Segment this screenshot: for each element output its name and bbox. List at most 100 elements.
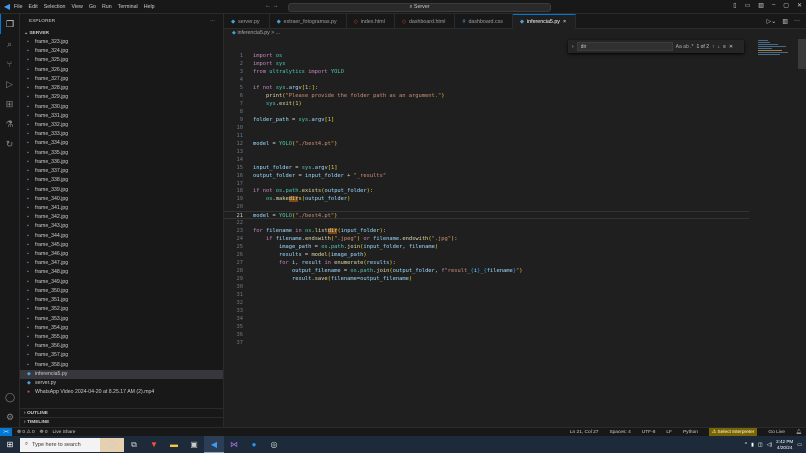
problems-indicator[interactable]: ⊗ 0 ⚠ 0 (17, 430, 35, 435)
ports-indicator[interactable]: ⛯ 0 (40, 429, 48, 435)
notification-center-icon[interactable]: ▭ (797, 442, 802, 448)
close-tab-icon[interactable]: × (563, 19, 566, 25)
file-item[interactable]: ▪ frame_331.jpg (20, 112, 223, 121)
end-of-line[interactable]: LF (666, 430, 672, 435)
terminal-icon[interactable]: ▣ (184, 436, 204, 453)
minimize-button[interactable]: – (772, 2, 775, 9)
live-share-button[interactable]: Live Share (53, 430, 76, 435)
menu-run[interactable]: Run (102, 4, 112, 10)
file-item[interactable]: ▪ frame_358.jpg (20, 361, 223, 370)
vscode-taskbar-icon[interactable]: ◀ (204, 436, 224, 453)
split-editor-icon[interactable]: ▥ (782, 18, 788, 25)
language-mode[interactable]: Python (683, 430, 698, 435)
folder-server[interactable]: ⌄ SERVER (20, 29, 223, 38)
code-editor[interactable]: 1 import os 2 import sys 3 from ultralytics i… (224, 39, 806, 427)
file-item[interactable]: ▪ frame_340.jpg (20, 195, 223, 204)
notifications-icon[interactable]: 🔔︎ (796, 430, 802, 435)
tray-chevron-icon[interactable]: ^ (745, 442, 747, 448)
close-window-button[interactable]: ✕ (797, 2, 802, 9)
more-actions-icon[interactable]: ··· (794, 18, 800, 24)
timeline-section[interactable]: › TIMELINE (20, 417, 224, 427)
windows-start-icon[interactable]: ⊞ (0, 436, 20, 453)
file-item[interactable]: ◆ inferencia5.py (20, 369, 223, 380)
minimap[interactable] (758, 39, 798, 69)
file-item[interactable]: ▪ frame_342.jpg (20, 213, 223, 222)
file-item[interactable]: ▪ frame_333.jpg (20, 130, 223, 139)
find-options[interactable]: Aa ab .* (676, 44, 694, 50)
toggle-replace-icon[interactable]: › (572, 44, 574, 50)
cursor-position[interactable]: Ln 21, Col 27 (570, 430, 599, 435)
file-item[interactable]: ▪ frame_346.jpg (20, 250, 223, 259)
menu-selection[interactable]: Selection (44, 4, 66, 10)
file-item[interactable]: ▪ frame_328.jpg (20, 84, 223, 93)
task-view-icon[interactable]: ⧉ (124, 436, 144, 453)
file-item[interactable]: ▪ frame_341.jpg (20, 204, 223, 213)
file-item[interactable]: ▪ frame_336.jpg (20, 158, 223, 167)
tab-dashboard-css[interactable]: # dashboard.css (455, 14, 513, 29)
extensions-icon[interactable]: ⊞ (0, 94, 19, 114)
testing-icon[interactable]: ⚗ (0, 114, 19, 134)
menu-view[interactable]: View (71, 4, 82, 10)
file-item[interactable]: ▪ frame_334.jpg (20, 139, 223, 148)
file-item[interactable]: ▪ frame_344.jpg (20, 232, 223, 241)
layout-icon[interactable]: ▥ (758, 2, 764, 9)
network-icon[interactable]: ◫ (758, 442, 763, 448)
maximize-button[interactable]: ▢ (783, 2, 789, 9)
file-item[interactable]: ▪ frame_329.jpg (20, 93, 223, 102)
file-item[interactable]: ▪ frame_335.jpg (20, 149, 223, 158)
file-item[interactable]: ▪ frame_350.jpg (20, 287, 223, 296)
tab-extraer_fotogramas-py[interactable]: ◆ extraer_fotogramas.py (270, 14, 347, 29)
close-find-icon[interactable]: ✕ (729, 44, 733, 50)
file-item[interactable]: ● WhatsApp Video 2024-04-20 at 8.25.17 AM… (20, 388, 223, 397)
editor-scrollbar[interactable] (798, 39, 806, 69)
menu-file[interactable]: File (14, 4, 23, 10)
file-item[interactable]: ▪ frame_348.jpg (20, 268, 223, 277)
run-file-icon[interactable]: ▷⌄ (767, 18, 777, 25)
file-item[interactable]: ◆ server.py (20, 379, 223, 388)
file-item[interactable]: ▪ frame_356.jpg (20, 342, 223, 351)
file-item[interactable]: ▪ frame_323.jpg (20, 38, 223, 47)
obs-icon[interactable]: ◎ (264, 436, 284, 453)
clock[interactable]: 2:42 PM 4/20/24 (776, 439, 793, 451)
menu-terminal[interactable]: Terminal (118, 4, 138, 10)
file-item[interactable]: ▪ frame_349.jpg (20, 278, 223, 287)
docker-icon[interactable]: ● (244, 436, 264, 453)
find-input[interactable] (576, 42, 673, 51)
file-item[interactable]: ▪ frame_345.jpg (20, 241, 223, 250)
file-item[interactable]: ▪ frame_324.jpg (20, 47, 223, 56)
taskbar-search[interactable]: ⌕ Type here to search (20, 437, 100, 452)
source-control-icon[interactable]: ⑂ (0, 54, 19, 74)
run-debug-icon[interactable]: ▷ (0, 74, 19, 94)
toggle-panel-icon[interactable]: ▭ (745, 2, 751, 9)
tab-inferencia5-py[interactable]: ◆ inferencia5.py × (512, 14, 577, 29)
toggle-sidebar-icon[interactable]: ▯ (733, 2, 736, 9)
tab-server-py[interactable]: ◆ server.py (224, 14, 270, 29)
visual-studio-icon[interactable]: ⋈ (224, 436, 244, 453)
next-match-icon[interactable]: ↓ (717, 44, 720, 50)
file-item[interactable]: ▪ frame_355.jpg (20, 333, 223, 342)
explorer-more-button[interactable]: ··· (210, 19, 215, 24)
command-center-search[interactable]: ⌕ Server (288, 3, 551, 12)
file-item[interactable]: ▪ frame_325.jpg (20, 56, 223, 65)
encoding[interactable]: UTF-8 (642, 430, 656, 435)
file-explorer-icon[interactable]: ▬ (164, 436, 184, 453)
file-item[interactable]: ▪ frame_357.jpg (20, 351, 223, 360)
file-item[interactable]: ▪ frame_332.jpg (20, 121, 223, 130)
file-item[interactable]: ▪ frame_354.jpg (20, 324, 223, 333)
file-item[interactable]: ▪ frame_326.jpg (20, 66, 223, 75)
brave-browser-icon[interactable]: ▼ (144, 436, 164, 453)
menu-go[interactable]: Go (89, 4, 96, 10)
file-item[interactable]: ▪ frame_339.jpg (20, 186, 223, 195)
file-item[interactable]: ▪ frame_347.jpg (20, 259, 223, 268)
file-item[interactable]: ▪ frame_352.jpg (20, 305, 223, 314)
tab-index-html[interactable]: ◇ index.html (347, 14, 395, 29)
volume-icon[interactable]: ◁) (767, 442, 773, 448)
indentation[interactable]: Spaces: 4 (609, 430, 630, 435)
file-item[interactable]: ▪ frame_343.jpg (20, 222, 223, 231)
file-item[interactable]: ▪ frame_338.jpg (20, 176, 223, 185)
tab-dashboard-html[interactable]: ◇ dashboard.html (395, 14, 456, 29)
nav-back-forward[interactable]: ← → (265, 3, 279, 9)
file-item[interactable]: ▪ frame_330.jpg (20, 103, 223, 112)
go-live-button[interactable]: Go Live (768, 430, 785, 435)
live-share-icon[interactable]: ↻ (0, 134, 19, 154)
